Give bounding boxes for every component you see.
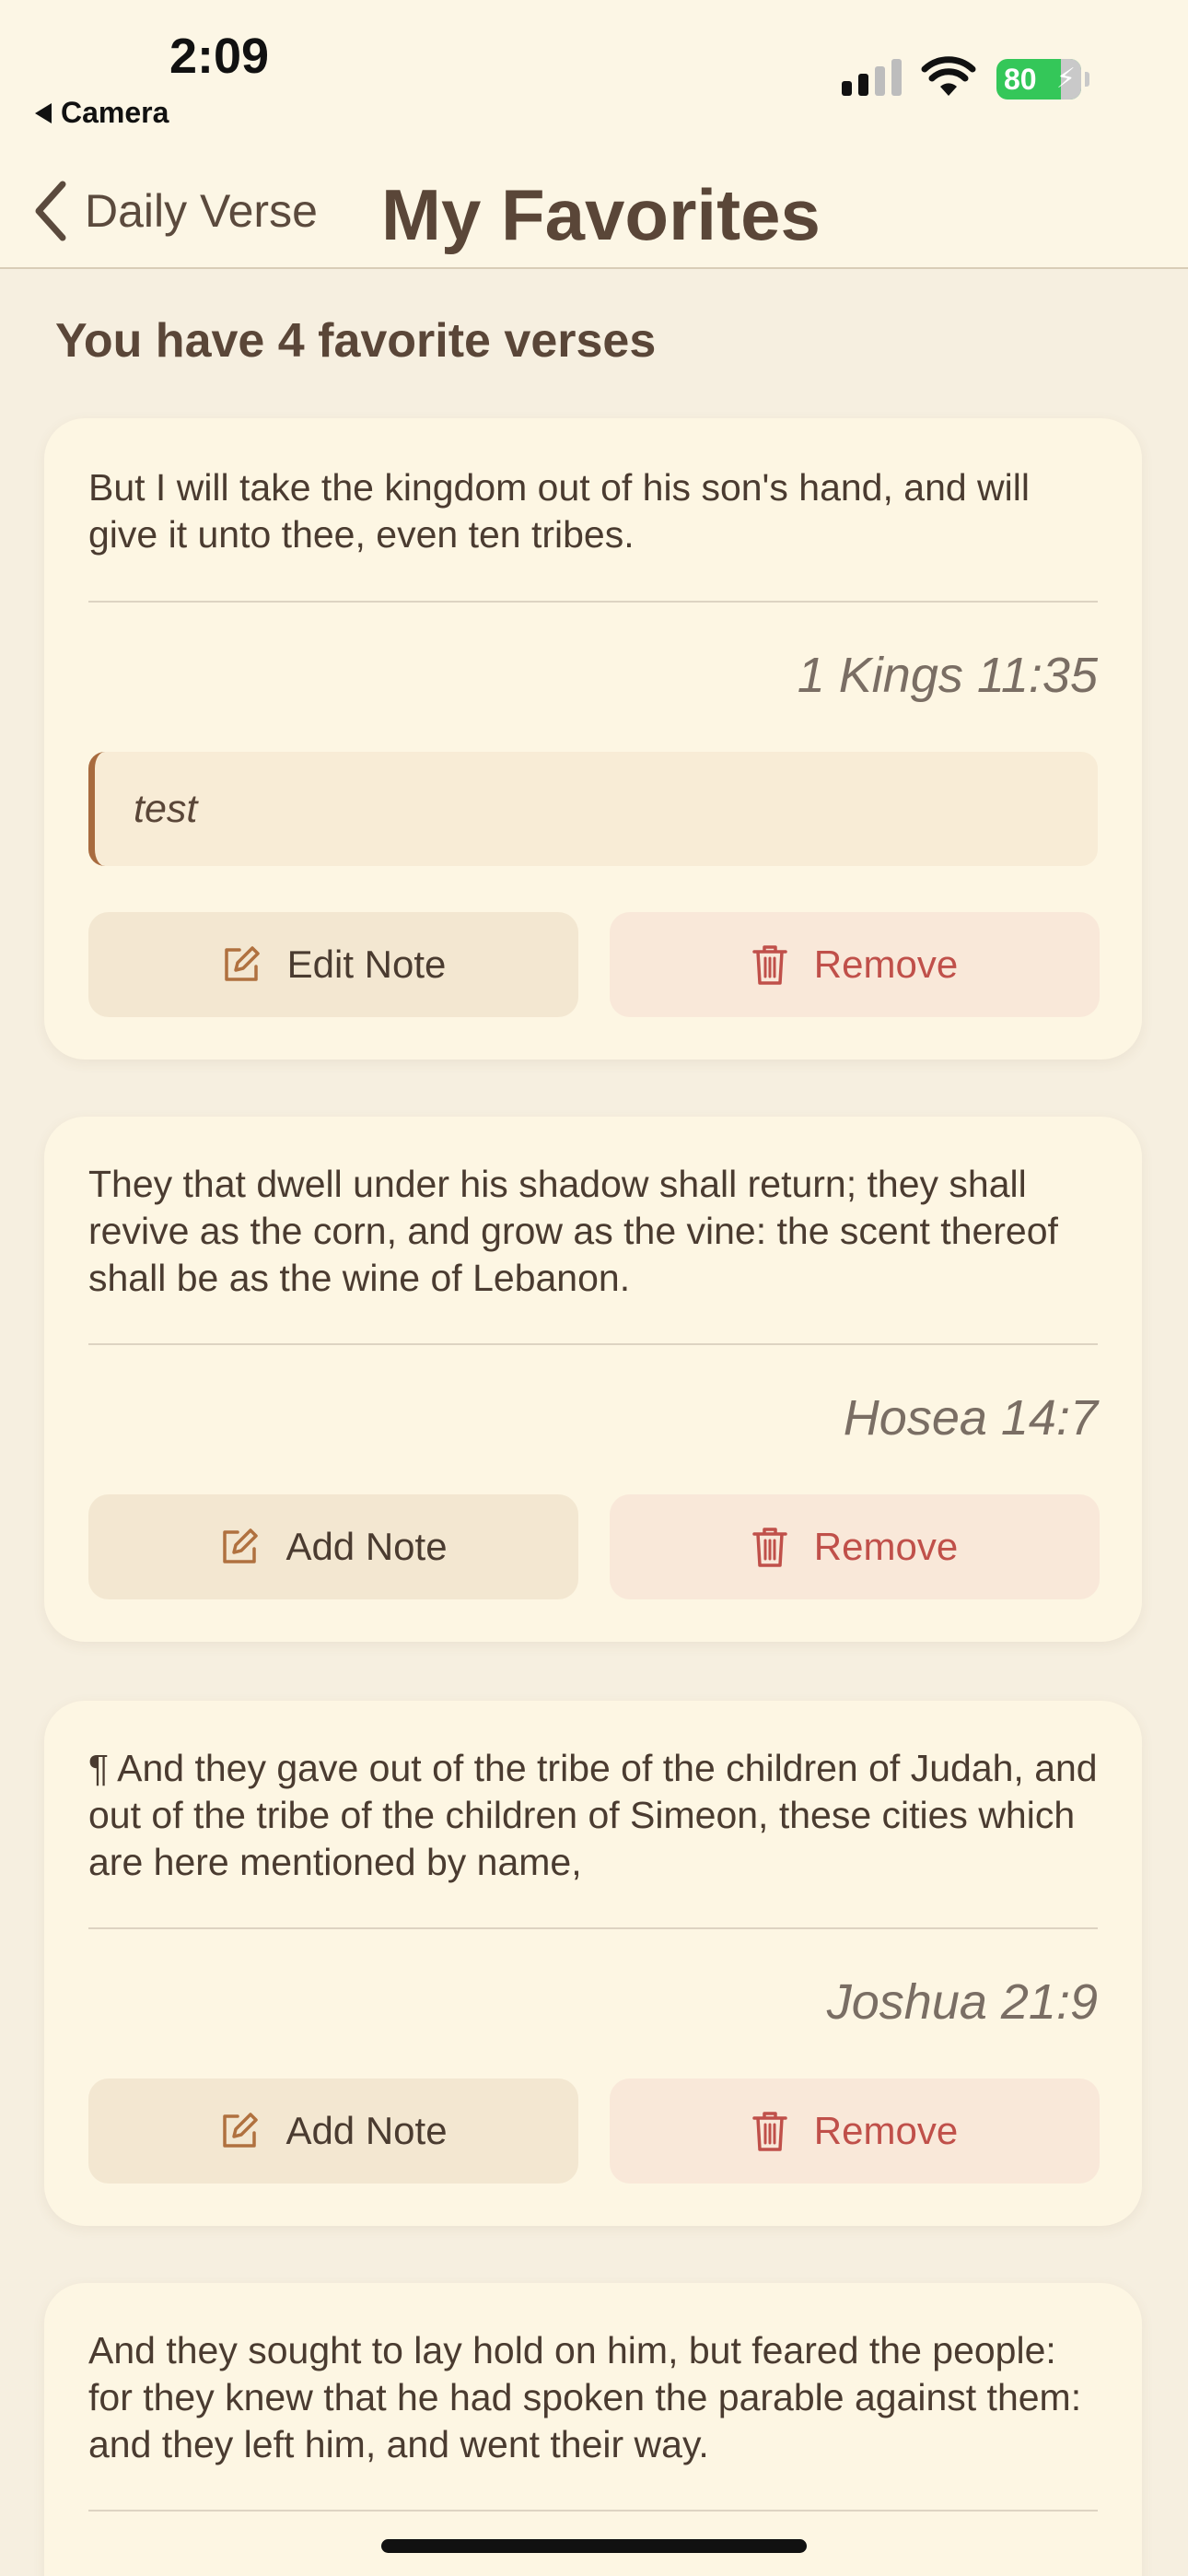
card-divider (88, 601, 1098, 603)
edit-note-button[interactable]: Edit Note (88, 912, 578, 1017)
add-note-label: Add Note (285, 2109, 448, 2152)
remove-label: Remove (813, 1525, 959, 1568)
edit-note-label: Edit Note (286, 943, 447, 986)
favorites-screen: 2:09 Camera 80 ⚡ Daily Verse My Favorite… (0, 0, 1188, 2576)
add-note-button[interactable]: Add Note (88, 1494, 578, 1599)
chevron-left-icon (35, 181, 66, 241)
back-triangle-icon (35, 102, 52, 123)
square-pencil-icon (224, 946, 260, 981)
remove-button[interactable]: Remove (610, 1494, 1100, 1599)
favorite-card: And they sought to lay hold on him, but … (44, 2283, 1142, 2576)
battery-indicator: 80 ⚡ (996, 59, 1081, 100)
add-note-button[interactable]: Add Note (88, 2078, 578, 2184)
favorites-count: You have 4 favorite verses (55, 314, 657, 368)
favorite-card: ¶ And they gave out of the tribe of the … (44, 1701, 1142, 2226)
trash-icon (752, 945, 787, 985)
status-time: 2:09 (169, 29, 270, 84)
page-title: My Favorites (381, 174, 821, 255)
trash-icon (752, 2112, 787, 2151)
cellular-signal-icon (842, 59, 902, 96)
card-divider (88, 1927, 1098, 1929)
favorite-card: But I will take the kingdom out of his s… (44, 418, 1142, 1060)
add-note-label: Add Note (285, 1525, 448, 1568)
battery-tip (1085, 72, 1089, 87)
verse-text: And they sought to lay hold on him, but … (88, 2329, 1082, 2465)
wifi-icon (921, 56, 976, 96)
back-to-app-link[interactable]: Camera (35, 96, 169, 130)
square-pencil-icon (223, 2113, 259, 2148)
remove-button[interactable]: Remove (610, 912, 1100, 1017)
verse-reference: Joshua 21:9 (826, 1974, 1098, 2030)
card-divider (88, 1343, 1098, 1345)
remove-label: Remove (813, 2109, 959, 2152)
square-pencil-icon (223, 1528, 259, 1563)
battery-level: 80 (1004, 62, 1037, 96)
verse-text: ¶ And they gave out of the tribe of the … (88, 1747, 1098, 1883)
verse-reference: Hosea 14:7 (843, 1390, 1098, 1446)
trash-icon (752, 1528, 787, 1567)
verse-reference: 1 Kings 11:35 (797, 648, 1098, 703)
remove-label: Remove (813, 943, 959, 986)
charging-bolt-icon: ⚡ (1055, 64, 1076, 94)
nav-back-button[interactable]: Daily Verse (33, 181, 318, 241)
verse-note: test (88, 752, 1098, 866)
verse-text: But I will take the kingdom out of his s… (88, 466, 1030, 556)
favorite-card: They that dwell under his shadow shall r… (44, 1117, 1142, 1642)
note-text: test (134, 786, 198, 831)
card-divider (88, 2510, 1098, 2512)
verse-text: They that dwell under his shadow shall r… (88, 1163, 1058, 1299)
header: 2:09 Camera 80 ⚡ Daily Verse My Favorite… (0, 0, 1188, 269)
nav-back-label: Daily Verse (85, 185, 318, 237)
home-indicator (381, 2539, 807, 2553)
remove-button[interactable]: Remove (610, 2078, 1100, 2184)
back-app-label: Camera (61, 96, 169, 129)
